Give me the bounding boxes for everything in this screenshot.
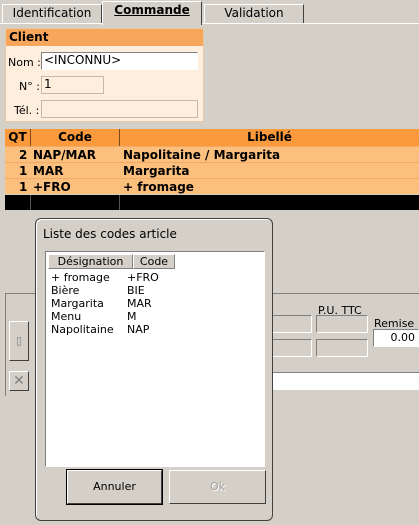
delete-line-button[interactable]: ✕: [9, 371, 29, 391]
tab-validation-label: Validation: [224, 6, 284, 20]
order-grid: QT Code Libellé 2 NAP/MAR Napolitaine / …: [5, 129, 419, 215]
client-panel: Client Nom : <INCONNU> N° : 1 Tél. :: [5, 28, 204, 122]
tab-baseline: [0, 23, 419, 24]
row-code: NAP/MAR: [33, 148, 96, 162]
nom-field[interactable]: <INCONNU>: [41, 52, 198, 70]
row-libelle: Margarita: [123, 164, 190, 178]
tab-commande-label: Commande: [114, 3, 190, 17]
item-designation: Napolitaine: [51, 323, 114, 336]
row-libelle: + fromage: [123, 180, 194, 194]
pu-ttc-field[interactable]: [316, 315, 368, 333]
client-title: Client: [6, 29, 203, 46]
header-qt: QT: [5, 129, 31, 146]
row-qt: 2: [19, 148, 28, 162]
row-libelle: Napolitaine / Margarita: [123, 148, 281, 162]
document-icon: ▯: [15, 334, 23, 347]
row-code: MAR: [33, 164, 64, 178]
row-divider: [30, 195, 31, 210]
tab-validation[interactable]: Validation: [204, 4, 304, 23]
column-header-code[interactable]: Code: [133, 254, 175, 269]
list-item[interactable]: Margarita MAR: [46, 297, 264, 310]
close-icon: ✕: [13, 373, 25, 389]
item-code: BIE: [127, 284, 145, 297]
remise-field[interactable]: 0.00: [373, 329, 419, 347]
tab-identification-label: Identification: [12, 6, 92, 20]
item-designation: Bière: [51, 284, 80, 297]
grid-header: QT Code Libellé: [5, 129, 419, 146]
list-item[interactable]: Menu M: [46, 310, 264, 323]
comment-field[interactable]: [266, 372, 419, 390]
article-codes-dialog: Liste des codes article Désignation Code…: [35, 218, 273, 521]
item-code: NAP: [127, 323, 150, 336]
item-code: MAR: [127, 297, 152, 310]
tab-commande[interactable]: Commande: [102, 1, 202, 25]
cancel-button[interactable]: Annuler: [66, 469, 163, 505]
table-row[interactable]: 1 MAR Margarita: [5, 162, 419, 178]
tab-strip: Identification Commande Validation: [0, 0, 419, 25]
dialog-title: Liste des codes article: [43, 227, 177, 241]
list-item[interactable]: + fromage +FRO: [46, 271, 264, 284]
new-row[interactable]: [5, 195, 419, 210]
item-code: +FRO: [127, 271, 159, 284]
item-designation: Menu: [51, 310, 82, 323]
nom-label: Nom :: [8, 56, 41, 69]
table-row[interactable]: 2 NAP/MAR Napolitaine / Margarita: [5, 146, 419, 162]
cancel-button-label: Annuler: [93, 480, 136, 493]
item-designation: Margarita: [51, 297, 104, 310]
ok-button[interactable]: Ok: [169, 470, 266, 504]
row-qt: 1: [19, 164, 28, 178]
table-row[interactable]: 1 +FRO + fromage: [5, 178, 419, 194]
header-code: Code: [31, 129, 120, 146]
new-line-button[interactable]: ▯: [9, 321, 29, 361]
article-list[interactable]: Désignation Code + fromage +FRO Bière BI…: [45, 251, 265, 467]
column-header-designation[interactable]: Désignation: [48, 254, 133, 269]
row-divider: [119, 195, 120, 210]
num-field[interactable]: 1: [41, 76, 104, 94]
tab-identification[interactable]: Identification: [2, 4, 102, 23]
tel-label: Tél. :: [14, 104, 40, 117]
item-designation: + fromage: [51, 271, 110, 284]
row-code: +FRO: [33, 180, 71, 194]
num-label: N° :: [19, 80, 40, 93]
list-item[interactable]: Bière BIE: [46, 284, 264, 297]
tel-field[interactable]: [41, 100, 198, 118]
header-libelle: Libellé: [247, 130, 292, 144]
item-code: M: [127, 310, 137, 323]
list-item[interactable]: Napolitaine NAP: [46, 323, 264, 336]
row-qt: 1: [19, 180, 28, 194]
ok-button-label: Ok: [209, 480, 226, 493]
total-ttc-field[interactable]: [316, 339, 368, 357]
